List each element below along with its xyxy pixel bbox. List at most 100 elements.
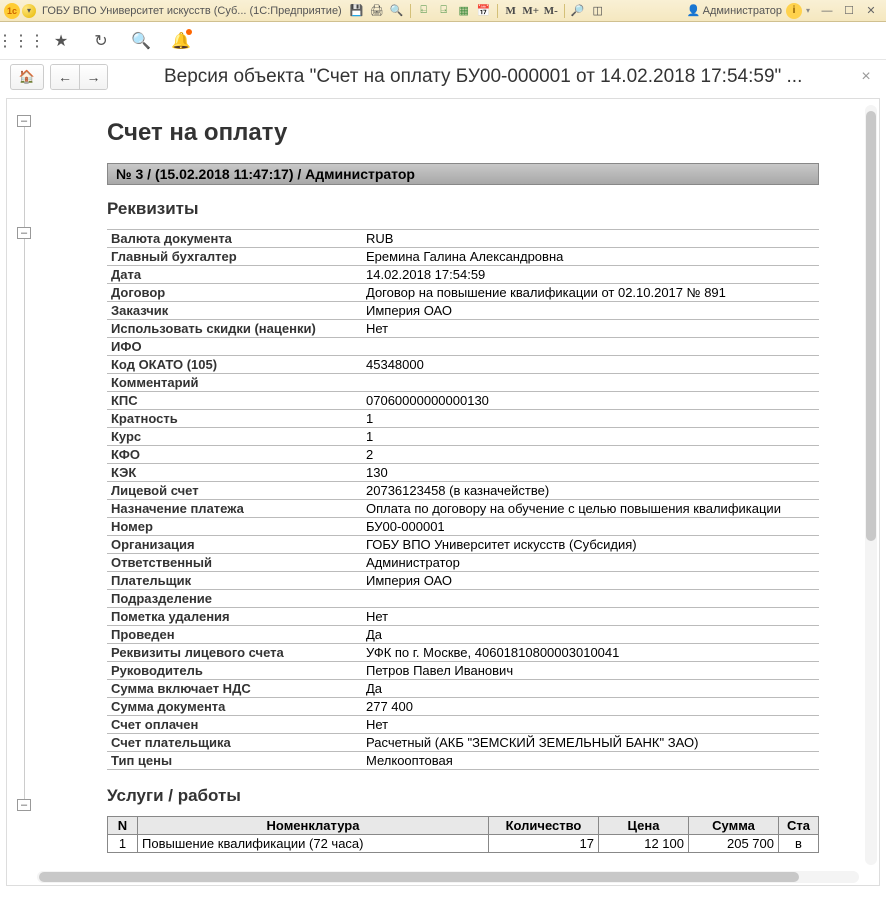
- document-scroll[interactable]: Счет на оплату № 3 / (15.02.2018 11:47:1…: [7, 99, 863, 869]
- page-title: Версия объекта "Счет на оплату БУ00-0000…: [114, 66, 850, 88]
- document-content: Счет на оплату № 3 / (15.02.2018 11:47:1…: [7, 109, 863, 853]
- window-title: ГОБУ ВПО Университет искусств (Суб... (1…: [42, 5, 342, 17]
- memory-mminus-button[interactable]: M-: [542, 3, 560, 19]
- requisite-key: Кратность: [107, 410, 362, 428]
- requisites-row: Лицевой счет20736123458 (в казначействе): [107, 482, 819, 500]
- requisites-row: Комментарий: [107, 374, 819, 392]
- requisites-row: КФО2: [107, 446, 819, 464]
- print-icon[interactable]: 🖨: [368, 3, 386, 19]
- requisite-value: Петров Павел Иванович: [362, 662, 819, 680]
- requisite-key: КФО: [107, 446, 362, 464]
- page-nav-row: 🏠 ← → Версия объекта "Счет на оплату БУ0…: [0, 60, 886, 98]
- requisite-value: Оплата по договору на обучение с целью п…: [362, 500, 819, 518]
- requisite-value: 2: [362, 446, 819, 464]
- services-cell: 17: [489, 835, 599, 853]
- requisites-row: ОрганизацияГОБУ ВПО Университет искусств…: [107, 536, 819, 554]
- services-heading: Услуги / работы: [107, 786, 863, 806]
- requisite-value: Нет: [362, 320, 819, 338]
- requisite-key: Проведен: [107, 626, 362, 644]
- notification-dot-icon: [186, 29, 192, 35]
- requisite-value: 07060000000000130: [362, 392, 819, 410]
- minimize-button[interactable]: —: [816, 3, 838, 19]
- requisites-row: ПроведенДа: [107, 626, 819, 644]
- requisite-key: Курс: [107, 428, 362, 446]
- services-header: Сумма: [689, 817, 779, 835]
- requisite-value: Империя ОАО: [362, 572, 819, 590]
- nav-back-button[interactable]: ←: [51, 65, 79, 89]
- save-icon[interactable]: 💾: [348, 3, 366, 19]
- requisites-row: Назначение платежаОплата по договору на …: [107, 500, 819, 518]
- requisites-row: ЗаказчикИмперия ОАО: [107, 302, 819, 320]
- nav-forward-button[interactable]: →: [79, 65, 107, 89]
- memory-mplus-button[interactable]: M+: [522, 3, 540, 19]
- requisite-key: КЭК: [107, 464, 362, 482]
- requisite-key: Счет оплачен: [107, 716, 362, 734]
- requisites-row: Курс1: [107, 428, 819, 446]
- requisite-value: [362, 338, 819, 356]
- services-header: Ста: [779, 817, 819, 835]
- requisite-key: ИФО: [107, 338, 362, 356]
- home-button[interactable]: 🏠: [10, 64, 44, 90]
- requisites-row: Кратность1: [107, 410, 819, 428]
- grid-icon[interactable]: ▦: [455, 3, 473, 19]
- requisite-key: Лицевой счет: [107, 482, 362, 500]
- notifications-bell-icon[interactable]: 🔔: [170, 30, 192, 52]
- close-window-button[interactable]: ✕: [860, 3, 882, 19]
- scrollbar-thumb[interactable]: [39, 872, 799, 882]
- requisite-key: Заказчик: [107, 302, 362, 320]
- requisite-value: [362, 374, 819, 392]
- requisite-value: Договор на повышение квалификации от 02.…: [362, 284, 819, 302]
- requisites-row: Тип ценыМелкооптовая: [107, 752, 819, 770]
- requisite-value: Расчетный (АКБ "ЗЕМСКИЙ ЗЕМЕЛЬНЫЙ БАНК" …: [362, 734, 819, 752]
- apps-grid-icon[interactable]: ⋮⋮⋮: [10, 30, 32, 52]
- requisite-key: Ответственный: [107, 554, 362, 572]
- requisites-row: Пометка удаленияНет: [107, 608, 819, 626]
- requisites-row: Главный бухгалтерЕремина Галина Александ…: [107, 248, 819, 266]
- requisite-value: Нет: [362, 608, 819, 626]
- memory-m-button[interactable]: M: [502, 3, 520, 19]
- info-icon[interactable]: i: [786, 3, 802, 19]
- link-icon[interactable]: ⍇: [415, 3, 433, 19]
- requisite-key: Код ОКАТО (105): [107, 356, 362, 374]
- requisite-key: Договор: [107, 284, 362, 302]
- document-area: – – – Счет на оплату № 3 / (15.02.2018 1…: [6, 98, 880, 886]
- zoom-icon[interactable]: 🔎: [569, 3, 587, 19]
- requisites-row: ПлательщикИмперия ОАО: [107, 572, 819, 590]
- requisite-key: Использовать скидки (наценки): [107, 320, 362, 338]
- vertical-scrollbar[interactable]: [865, 105, 877, 865]
- nav-back-forward: ← →: [50, 64, 108, 90]
- search-toolbar-icon[interactable]: 🔍: [130, 30, 152, 52]
- scrollbar-thumb[interactable]: [866, 111, 876, 541]
- requisite-value: 14.02.2018 17:54:59: [362, 266, 819, 284]
- panels-icon[interactable]: ◫: [589, 3, 607, 19]
- requisite-value: ГОБУ ВПО Университет искусств (Субсидия): [362, 536, 819, 554]
- requisite-key: Пометка удаления: [107, 608, 362, 626]
- requisites-row: КЭК130: [107, 464, 819, 482]
- services-header: N: [108, 817, 138, 835]
- services-table: NНоменклатураКоличествоЦенаСуммаСта 1Пов…: [107, 816, 819, 853]
- requisite-value: 130: [362, 464, 819, 482]
- favorites-star-icon[interactable]: ★: [50, 30, 72, 52]
- search-icon[interactable]: 🔍: [388, 3, 406, 19]
- requisite-key: Счет плательщика: [107, 734, 362, 752]
- requisite-key: Подразделение: [107, 590, 362, 608]
- requisite-value: Да: [362, 626, 819, 644]
- close-page-button[interactable]: ×: [856, 67, 876, 87]
- requisite-value: Империя ОАО: [362, 302, 819, 320]
- requisite-key: Сумма документа: [107, 698, 362, 716]
- user-name[interactable]: Администратор: [703, 5, 782, 17]
- info-dropdown-icon[interactable]: ▾: [806, 6, 810, 15]
- requisites-row: НомерБУ00-000001: [107, 518, 819, 536]
- requisite-key: Валюта документа: [107, 230, 362, 248]
- requisites-row: Сумма документа277 400: [107, 698, 819, 716]
- compare-icon[interactable]: ⍈: [435, 3, 453, 19]
- requisite-key: Главный бухгалтер: [107, 248, 362, 266]
- services-cell: в: [779, 835, 819, 853]
- calendar-icon[interactable]: 📅: [475, 3, 493, 19]
- requisites-row: Использовать скидки (наценки)Нет: [107, 320, 819, 338]
- history-icon[interactable]: ↻: [90, 30, 112, 52]
- requisites-row: Счет плательщикаРасчетный (АКБ "ЗЕМСКИЙ …: [107, 734, 819, 752]
- maximize-button[interactable]: ☐: [838, 3, 860, 19]
- app-menu-dropdown[interactable]: ▾: [22, 4, 36, 18]
- horizontal-scrollbar[interactable]: [37, 871, 859, 883]
